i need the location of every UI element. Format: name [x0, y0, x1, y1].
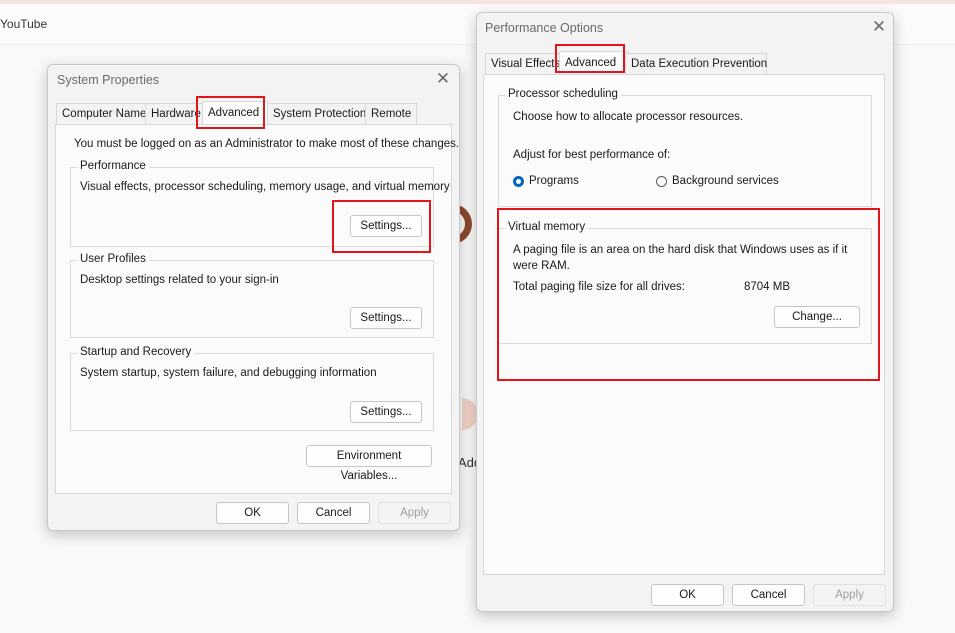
advanced-tab-panel: Processor scheduling Choose how to alloc…: [483, 74, 885, 575]
dialog-title: Performance Options: [485, 21, 604, 35]
tab-visual-effects[interactable]: Visual Effects: [485, 53, 561, 74]
dialog-title: System Properties: [57, 73, 160, 87]
performance-description: Visual effects, processor scheduling, me…: [80, 181, 450, 193]
cancel-button[interactable]: Cancel: [732, 584, 805, 606]
browser-tabstrip: [0, 0, 955, 4]
user-profiles-title: User Profiles: [77, 253, 149, 265]
system-properties-dialog: System Properties ✕ Computer Name Hardwa…: [47, 64, 460, 531]
startup-recovery-settings-button[interactable]: Settings...: [350, 401, 422, 423]
startup-recovery-group: Startup and Recovery System startup, sys…: [70, 346, 434, 431]
performance-settings-button[interactable]: Settings...: [350, 215, 422, 237]
background-services-label[interactable]: Background services: [672, 175, 779, 187]
apply-button[interactable]: Apply: [813, 584, 886, 606]
background-services-radio[interactable]: [656, 176, 667, 187]
paging-total-value: 8704 MB: [744, 281, 791, 293]
change-button[interactable]: Change...: [774, 306, 860, 328]
processor-description: Choose how to allocate processor resourc…: [513, 111, 744, 123]
startup-recovery-title: Startup and Recovery: [77, 346, 195, 358]
apply-button[interactable]: Apply: [378, 502, 451, 524]
performance-options-dialog: Performance Options ✕ Visual Effects Adv…: [476, 12, 894, 612]
paging-total-label: Total paging file size for all drives:: [513, 281, 685, 293]
processor-scheduling-group: Processor scheduling Choose how to alloc…: [498, 88, 872, 207]
admin-note: You must be logged on as an Administrato…: [74, 138, 460, 150]
tab-system-protection[interactable]: System Protection: [267, 103, 369, 124]
user-profiles-description: Desktop settings related to your sign-in: [80, 274, 279, 286]
virtual-memory-description-line1: A paging file is an area on the hard dis…: [513, 244, 848, 256]
ok-button[interactable]: OK: [216, 502, 289, 524]
advanced-tab-panel: You must be logged on as an Administrato…: [55, 124, 459, 494]
tab-data-execution-prevention[interactable]: Data Execution Prevention: [625, 53, 767, 74]
performance-title: Performance: [77, 160, 149, 172]
startup-recovery-description: System startup, system failure, and debu…: [80, 367, 377, 379]
user-profiles-settings-button[interactable]: Settings...: [350, 307, 422, 329]
close-icon[interactable]: ✕: [433, 69, 453, 89]
adjust-label: Adjust for best performance of:: [513, 149, 671, 161]
tab-bar: Computer Name Hardware Advanced System P…: [56, 101, 451, 125]
tab-advanced[interactable]: Advanced: [202, 101, 268, 125]
tab-bar: Visual Effects Advanced Data Execution P…: [485, 51, 885, 75]
processor-scheduling-title: Processor scheduling: [505, 88, 621, 100]
youtube-bookmark[interactable]: YouTube: [0, 17, 47, 31]
performance-group: Performance Visual effects, processor sc…: [70, 160, 450, 247]
virtual-memory-group: Virtual memory A paging file is an area …: [498, 221, 872, 344]
programs-radio[interactable]: [513, 176, 524, 187]
programs-label[interactable]: Programs: [529, 175, 579, 187]
tab-computer-name[interactable]: Computer Name: [56, 103, 146, 124]
user-profiles-group: User Profiles Desktop settings related t…: [70, 253, 434, 338]
virtual-memory-description-line2: were RAM.: [513, 260, 570, 272]
ok-button[interactable]: OK: [651, 584, 724, 606]
virtual-memory-title: Virtual memory: [505, 221, 589, 233]
tab-hardware[interactable]: Hardware: [145, 103, 205, 124]
cancel-button[interactable]: Cancel: [297, 502, 370, 524]
tab-advanced[interactable]: Advanced: [559, 51, 629, 75]
tab-remote[interactable]: Remote: [365, 103, 417, 124]
environment-variables-button[interactable]: Environment Variables...: [306, 445, 432, 482]
close-icon[interactable]: ✕: [869, 17, 889, 37]
